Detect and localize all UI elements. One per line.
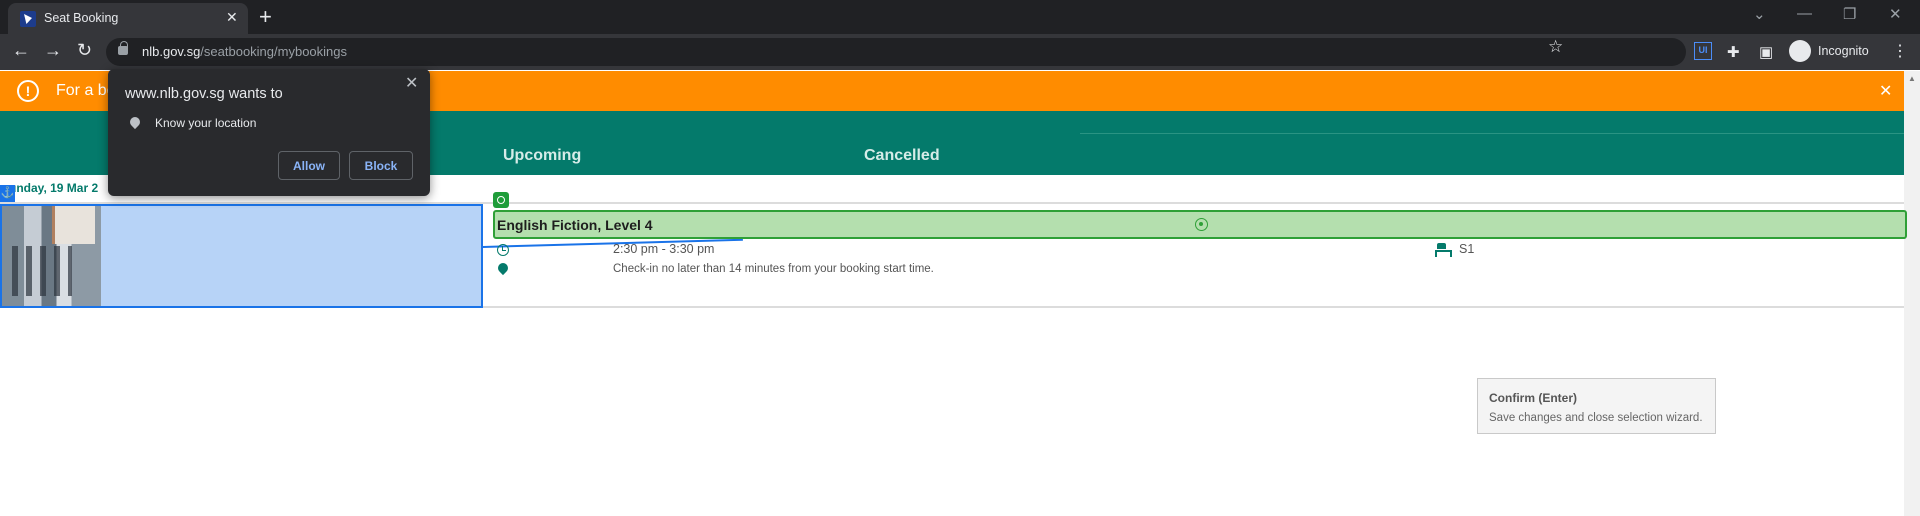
tab-cancelled[interactable]: Cancelled (864, 147, 940, 165)
checkin-note: Check-in no later than 14 minutes from y… (613, 263, 934, 275)
booking-title-selection[interactable]: English Fiction, Level 4 (493, 210, 1907, 239)
favicon-icon (20, 11, 36, 27)
restore-button[interactable]: ❐ (1843, 5, 1856, 23)
ui-extension-icon[interactable]: UI (1694, 42, 1712, 60)
scroll-up-arrow-icon[interactable]: ▲ (1908, 74, 1916, 83)
permission-title: www.nlb.gov.sg wants to (125, 86, 283, 102)
header-divider (1080, 133, 1904, 134)
tooltip-title: Confirm (Enter) (1489, 391, 1577, 405)
tab-title: Seat Booking (44, 11, 119, 25)
browser-tab-strip: Seat Booking ✕ + ⌄ — ❐ ✕ (0, 0, 1920, 34)
permission-item: Know your location (155, 116, 257, 130)
confirm-tooltip: Confirm (Enter) Save changes and close s… (1477, 378, 1716, 434)
block-button[interactable]: Block (349, 151, 413, 180)
warning-icon: ! (17, 80, 39, 102)
minimize-button[interactable]: — (1797, 5, 1812, 22)
crosshair-icon[interactable] (1195, 218, 1208, 231)
booking-title: English Fiction, Level 4 (497, 217, 653, 233)
location-pin-icon (495, 260, 511, 276)
extensions-icon[interactable]: ✚ (1727, 43, 1740, 61)
close-window-button[interactable]: ✕ (1889, 5, 1902, 23)
booking-date: unday, 19 Mar 2 (9, 181, 99, 195)
browser-toolbar: ← → ↻ nlb.gov.sg/seatbooking/mybookings … (0, 34, 1920, 70)
location-permission-popup: www.nlb.gov.sg wants to ✕ Know your loca… (108, 69, 430, 196)
side-panel-icon[interactable]: ▣ (1759, 43, 1773, 61)
seat-icon (1435, 243, 1452, 257)
target-icon[interactable] (493, 192, 509, 208)
menu-icon[interactable]: ⋮ (1892, 41, 1908, 61)
forward-icon[interactable]: → (44, 40, 62, 61)
clock-icon (497, 244, 509, 256)
booking-image-selection[interactable] (0, 204, 483, 308)
library-photo (2, 206, 101, 306)
incognito-icon[interactable] (1789, 40, 1811, 62)
address-bar[interactable]: nlb.gov.sg/seatbooking/mybookings (106, 38, 1686, 66)
new-tab-button[interactable]: + (259, 4, 272, 30)
anchor-icon[interactable]: ⚓ (0, 185, 15, 202)
lock-icon[interactable] (118, 41, 128, 55)
location-pin-icon (127, 114, 143, 130)
close-icon[interactable]: ✕ (405, 73, 418, 93)
tab-upcoming[interactable]: Upcoming (503, 147, 581, 165)
browser-tab[interactable]: Seat Booking ✕ (8, 3, 248, 34)
seat-number: S1 (1459, 242, 1475, 256)
allow-button[interactable]: Allow (278, 151, 340, 180)
back-icon[interactable]: ← (12, 40, 30, 61)
incognito-label[interactable]: Incognito (1818, 44, 1869, 58)
tab-search-chevron-icon[interactable]: ⌄ (1753, 5, 1766, 23)
url-text[interactable]: nlb.gov.sg/seatbooking/mybookings (142, 44, 347, 59)
page-scrollbar[interactable]: ▲ (1904, 71, 1920, 516)
banner-close-icon[interactable]: ✕ (1879, 81, 1892, 101)
tab-close-icon[interactable]: ✕ (226, 9, 238, 26)
tooltip-description: Save changes and close selection wizard. (1489, 412, 1703, 424)
star-icon[interactable]: ☆ (1548, 37, 1563, 57)
booking-time: 2:30 pm - 3:30 pm (613, 242, 715, 256)
reload-icon[interactable]: ↻ (77, 40, 92, 61)
